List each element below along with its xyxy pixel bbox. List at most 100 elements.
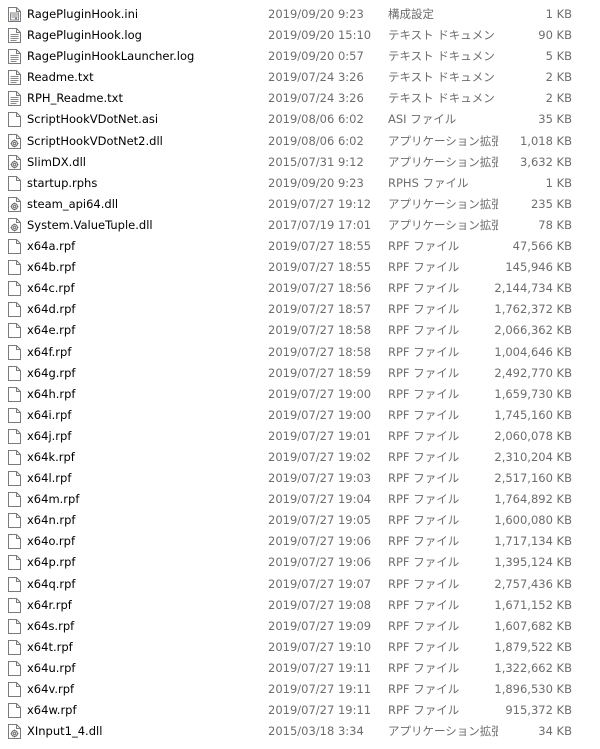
file-date: 2019/08/06 6:02 [268, 133, 364, 148]
file-type: 構成設定 [388, 7, 434, 21]
file-date: 2019/09/20 9:23 [268, 7, 364, 21]
file-row[interactable]: x64c.rpf 2019/07/27 18:56 RPF ファイル 2,144,73… [0, 278, 600, 299]
file-name: x64k.rpf [27, 449, 75, 464]
file-row[interactable]: Readme.txt 2019/07/24 3:26 テキスト ドキュメント 2 KB [0, 67, 600, 88]
file-size: 1,762,372 KB [494, 302, 572, 317]
blank-file-icon [8, 449, 21, 465]
file-size: 1,395,124 KB [494, 555, 572, 570]
file-row[interactable]: RagePluginHookLauncher.log 2019/09/20 0:5… [0, 46, 600, 67]
file-row[interactable]: x64i.rpf 2019/07/27 19:00 RPF ファイル 1,745,16… [0, 405, 600, 426]
file-size: 47,566 KB [512, 239, 572, 254]
file-row[interactable]: x64n.rpf 2019/07/27 19:05 RPF ファイル 1,600,08… [0, 510, 600, 531]
file-row[interactable]: ScriptHookVDotNet.asi 2019/08/06 6:02 ASI … [0, 109, 600, 130]
blank-file-icon [8, 597, 21, 613]
file-name: steam_api64.dll [27, 196, 119, 211]
file-row[interactable]: steam_api64.dll 2019/07/27 19:12 アプリケーション拡… [0, 194, 600, 215]
file-size: 1,018 KB [519, 133, 572, 148]
dll-file-icon [8, 154, 21, 170]
file-type: RPF ファイル [388, 449, 460, 464]
file-date: 2019/09/20 0:57 [268, 49, 364, 64]
file-row[interactable]: System.ValueTuple.dll 2017/07/19 17:01 アプリ… [0, 215, 600, 236]
blank-file-icon [8, 302, 21, 318]
text-file-icon [8, 28, 21, 44]
file-name: x64v.rpf [27, 682, 75, 696]
file-row[interactable]: startup.rphs 2019/09/20 9:23 RPHS ファイル 1 KB [0, 173, 600, 194]
file-row[interactable]: x64k.rpf 2019/07/27 19:02 RPF ファイル 2,310,20… [0, 447, 600, 468]
file-row[interactable]: RagePluginHook.ini 2019/09/20 9:23 構成設定 1 K… [0, 4, 600, 25]
blank-file-icon [8, 323, 21, 339]
file-name: RagePluginHookLauncher.log [27, 49, 195, 64]
file-row[interactable]: x64m.rpf 2019/07/27 19:04 RPF ファイル 1,764,89… [0, 489, 600, 510]
file-row[interactable]: x64t.rpf 2019/07/27 19:10 RPF ファイル 1,879,52… [0, 637, 600, 658]
file-row[interactable]: x64q.rpf 2019/07/27 19:07 RPF ファイル 2,757,43… [0, 574, 600, 595]
file-date: 2019/07/27 18:59 [268, 365, 372, 380]
file-row[interactable]: x64b.rpf 2019/07/27 18:55 RPF ファイル 145,946 … [0, 257, 600, 278]
file-row[interactable]: SlimDX.dll 2015/07/31 9:12 アプリケーション拡張 3,632… [0, 152, 600, 173]
file-name: x64i.rpf [27, 407, 72, 422]
file-row[interactable]: x64g.rpf 2019/07/27 18:59 RPF ファイル 2,492,77… [0, 363, 600, 384]
file-type: RPF ファイル [388, 281, 460, 296]
file-size: 34 KB [538, 724, 572, 739]
file-name: x64f.rpf [27, 344, 72, 359]
file-row[interactable]: x64v.rpf 2019/07/27 19:11 RPF ファイル 1,896,53… [0, 679, 600, 700]
file-date: 2019/07/24 3:26 [268, 70, 364, 85]
file-date: 2019/07/27 19:11 [268, 703, 372, 718]
file-type: アプリケーション拡張 [388, 133, 498, 148]
file-row[interactable]: x64w.rpf 2019/07/27 19:11 RPF ファイル 915,372 … [0, 700, 600, 721]
file-type: RPF ファイル [388, 471, 460, 486]
file-row[interactable]: x64p.rpf 2019/07/27 19:06 RPF ファイル 1,395,12… [0, 552, 600, 573]
dll-file-icon [8, 133, 21, 149]
file-row[interactable]: ScriptHookVDotNet2.dll 2019/08/06 6:02 アプリ… [0, 131, 600, 152]
file-row[interactable]: RPH_Readme.txt 2019/07/24 3:26 テキスト ドキュメント… [0, 88, 600, 109]
text-file-icon [8, 70, 21, 86]
file-date: 2019/07/27 18:58 [268, 323, 372, 338]
file-type: アプリケーション拡張 [388, 217, 498, 232]
file-row[interactable]: x64h.rpf 2019/07/27 19:00 RPF ファイル 1,659,73… [0, 384, 600, 405]
file-row[interactable]: x64j.rpf 2019/07/27 19:01 RPF ファイル 2,060,07… [0, 426, 600, 447]
file-name: startup.rphs [27, 175, 98, 190]
file-type: アプリケーション拡張 [388, 724, 498, 739]
file-row[interactable]: x64u.rpf 2019/07/27 19:11 RPF ファイル 1,322,66… [0, 658, 600, 679]
file-row[interactable]: x64r.rpf 2019/07/27 19:08 RPF ファイル 1,671,15… [0, 595, 600, 616]
file-type: RPHS ファイル [388, 175, 469, 190]
file-type: RPF ファイル [388, 428, 460, 443]
file-size: 2,066,362 KB [494, 323, 572, 338]
blank-file-icon [8, 471, 21, 487]
file-date: 2019/07/27 19:01 [268, 428, 372, 443]
file-type: RPF ファイル [388, 534, 460, 549]
blank-file-icon [8, 428, 21, 444]
settings-file-icon [8, 7, 21, 22]
file-name: x64b.rpf [27, 260, 76, 275]
file-name: x64n.rpf [27, 513, 76, 528]
file-size: 1,745,160 KB [494, 407, 572, 422]
file-type: RPF ファイル [388, 660, 460, 675]
file-size: 1,607,682 KB [494, 618, 572, 633]
file-size: 2 KB [545, 91, 572, 106]
file-row[interactable]: x64a.rpf 2019/07/27 18:55 RPF ファイル 47,566 K… [0, 236, 600, 257]
text-file-icon [8, 49, 21, 65]
file-type: ASI ファイル [388, 112, 457, 127]
file-row[interactable]: x64f.rpf 2019/07/27 18:58 RPF ファイル 1,004,64… [0, 342, 600, 363]
file-row[interactable]: x64s.rpf 2019/07/27 19:09 RPF ファイル 1,607,68… [0, 616, 600, 637]
file-size: 2,310,204 KB [494, 449, 572, 464]
file-row[interactable]: x64d.rpf 2019/07/27 18:57 RPF ファイル 1,762,37… [0, 299, 600, 320]
file-row[interactable]: x64o.rpf 2019/07/27 19:06 RPF ファイル 1,717,13… [0, 531, 600, 552]
file-size: 2 KB [545, 70, 572, 85]
file-size: 2,757,436 KB [494, 576, 572, 591]
file-date: 2019/07/27 19:03 [268, 471, 372, 486]
file-row[interactable]: RagePluginHook.log 2019/09/20 15:10 テキスト ド… [0, 25, 600, 46]
file-row[interactable]: x64e.rpf 2019/07/27 18:58 RPF ファイル 2,066,36… [0, 320, 600, 341]
file-size: 5 KB [545, 49, 572, 64]
file-size: 1,004,646 KB [494, 344, 572, 359]
file-type: RPF ファイル [388, 323, 460, 338]
file-row[interactable]: x64l.rpf 2019/07/27 19:03 RPF ファイル 2,517,16… [0, 468, 600, 489]
blank-file-icon [8, 386, 21, 402]
file-name: x64a.rpf [27, 239, 76, 254]
file-type: RPF ファイル [388, 576, 460, 591]
file-date: 2019/07/27 19:07 [268, 576, 372, 591]
file-size: 2,060,078 KB [494, 428, 572, 443]
file-row[interactable]: XInput1_4.dll 2015/03/18 3:34 アプリケーション拡張 34… [0, 721, 600, 742]
file-date: 2019/07/27 18:57 [268, 302, 372, 317]
file-size: 1 KB [545, 175, 572, 190]
file-name: x64j.rpf [27, 428, 72, 443]
